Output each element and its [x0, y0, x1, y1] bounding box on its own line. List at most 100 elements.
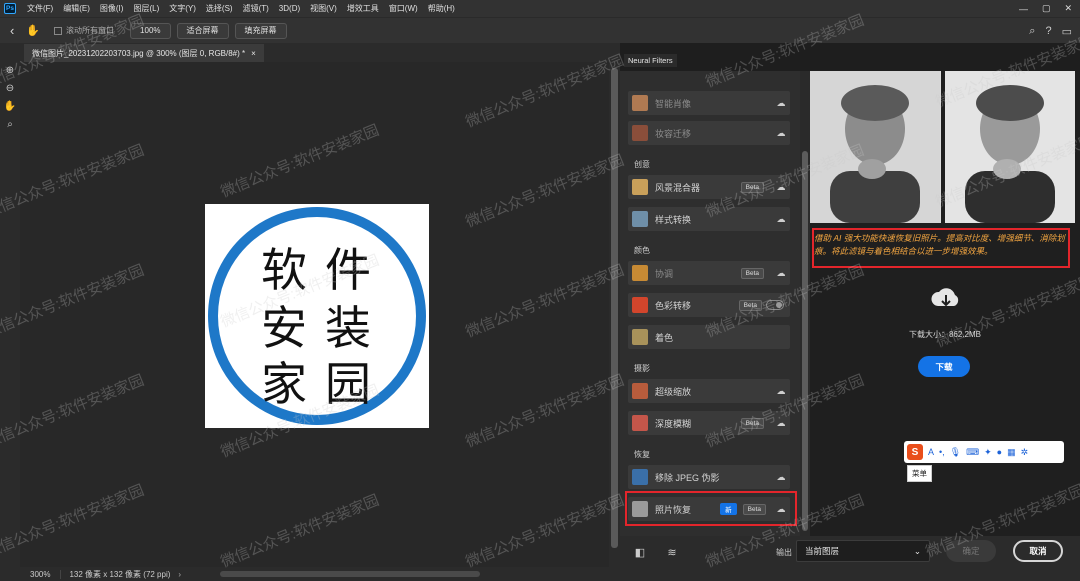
filter-harmonization[interactable]: 协调 Beta ☁	[628, 261, 790, 285]
photoshop-window: Ps 文件(F) 编辑(E) 图像(I) 图层(L) 文字(Y) 选择(S) 滤…	[0, 0, 1080, 581]
color-transfer-thumb-icon	[632, 297, 648, 313]
workspace-icon[interactable]: ▭	[1062, 25, 1072, 38]
scroll-all-checkbox[interactable]	[54, 26, 63, 35]
filter-name: 智能肖像	[655, 98, 692, 109]
filter-super-zoom[interactable]: 超级缩放 ☁	[628, 379, 790, 403]
beta-badge: Beta	[740, 181, 764, 193]
beta-badge: Beta	[740, 267, 764, 279]
layers-icon[interactable]: ≋	[664, 544, 680, 560]
menu-view[interactable]: 视图(V)	[305, 3, 342, 14]
cloud-download-icon[interactable]: ☁	[772, 98, 790, 109]
close-window-button[interactable]: ✕	[1064, 3, 1072, 14]
close-tab-icon[interactable]: ×	[251, 49, 256, 58]
zoom-value-button[interactable]: 100%	[130, 22, 171, 39]
filter-depth-blur[interactable]: 深度模糊 Beta ☁	[628, 411, 790, 435]
ime-game-icon[interactable]: ●	[997, 447, 1002, 457]
status-zoom[interactable]: 300%	[20, 569, 62, 579]
document-tab-bar: 微信图片_20231202203703.jpg @ 300% (图层 0, RG…	[20, 43, 620, 62]
section-creative: 创意	[634, 160, 650, 169]
sogou-logo-icon[interactable]: S	[907, 444, 923, 460]
ime-toolbox-icon[interactable]: ▦	[1007, 447, 1016, 458]
cloud-download-icon[interactable]: ☁	[772, 214, 790, 225]
help-icon[interactable]: ?	[1045, 25, 1051, 37]
cloud-download-icon[interactable]: ☁	[772, 268, 790, 279]
filter-style-transfer[interactable]: 样式转换 ☁	[628, 207, 790, 231]
menu-help[interactable]: 帮助(H)	[423, 3, 460, 14]
output-value: 当前图层	[805, 546, 840, 556]
section-photography: 摄影	[634, 364, 650, 373]
filter-name: 色彩转移	[655, 300, 692, 311]
cloud-download-icon[interactable]: ☁	[772, 386, 790, 397]
search-icon[interactable]: ⌕	[1029, 25, 1035, 38]
menu-3d[interactable]: 3D(D)	[274, 4, 305, 13]
logo-char-1: 软	[261, 244, 307, 296]
zoom-out-icon[interactable]: ⊖	[0, 79, 20, 97]
filter-name: 移除 JPEG 伪影	[655, 472, 720, 483]
output-select[interactable]: 当前图层 ⌄	[796, 540, 930, 562]
menu-select[interactable]: 选择(S)	[201, 3, 238, 14]
cloud-download-icon[interactable]: ☁	[772, 182, 790, 193]
beta-badge: Beta	[738, 299, 762, 311]
ime-voice-icon[interactable]: 🎙	[950, 447, 961, 458]
makeup-transfer-thumb-icon	[632, 125, 648, 141]
status-dimensions: 132 像素 x 132 像素 (72 ppi)	[69, 569, 171, 579]
minimize-button[interactable]: —	[1019, 4, 1028, 14]
cloud-download-icon[interactable]: ☁	[772, 418, 790, 429]
ime-punctuation-icon[interactable]: •,	[939, 447, 945, 457]
menu-window[interactable]: 窗口(W)	[384, 3, 423, 14]
preview-after-image	[944, 71, 1075, 223]
hand-icon[interactable]: ✋	[0, 97, 20, 115]
filter-landscape-mixer[interactable]: 风景混合器 Beta ☁	[628, 175, 790, 199]
canvas-vertical-scrollbar[interactable]	[609, 62, 620, 567]
zoom-in-icon[interactable]: ⊕	[0, 61, 20, 79]
landscape-mixer-thumb-icon	[632, 179, 648, 195]
canvas-horizontal-scrollbar[interactable]	[220, 571, 480, 577]
ime-chinese-mode-icon[interactable]: A	[928, 447, 934, 457]
preview-compare-icon[interactable]: ◧	[632, 544, 648, 560]
filter-list-scrollbar[interactable]	[800, 71, 810, 536]
section-color: 颜色	[634, 246, 650, 255]
maximize-button[interactable]: ▢	[1042, 3, 1051, 14]
ime-settings-icon[interactable]: ✲	[1021, 447, 1029, 458]
download-button[interactable]: 下载	[918, 356, 970, 377]
magnifier-icon[interactable]: ⌕	[0, 115, 20, 133]
super-zoom-thumb-icon	[632, 383, 648, 399]
menu-image[interactable]: 图像(I)	[95, 3, 129, 14]
menu-file[interactable]: 文件(F)	[22, 3, 58, 14]
style-transfer-thumb-icon	[632, 211, 648, 227]
filter-smart-portrait[interactable]: 智能肖像 ☁	[628, 91, 790, 115]
document-tab[interactable]: 微信图片_20231202203703.jpg @ 300% (图层 0, RG…	[24, 44, 264, 62]
neural-filters-header: Neural Filters	[620, 51, 1080, 71]
neural-filters-bottom-bar: ◧ ≋ 输出 当前图层 ⌄ 确定 取消	[620, 536, 1080, 581]
ime-keyboard-icon[interactable]: ⌨	[966, 447, 979, 458]
filter-name: 深度模糊	[655, 418, 692, 429]
cloud-download-icon[interactable]: ☁	[772, 472, 790, 483]
filter-colorize[interactable]: 着色	[628, 325, 790, 349]
cloud-download-large-icon	[931, 288, 959, 307]
filter-color-transfer[interactable]: 色彩转移 Beta	[628, 293, 790, 317]
menu-edit[interactable]: 编辑(E)	[58, 3, 95, 14]
ok-button[interactable]: 确定	[946, 540, 996, 562]
scroll-all-label: 滚动所有窗口	[66, 26, 115, 35]
depth-blur-thumb-icon	[632, 415, 648, 431]
filter-name: 风景混合器	[655, 182, 701, 193]
cloud-download-icon[interactable]: ☁	[772, 128, 790, 139]
fill-screen-button[interactable]: 填充屏幕	[234, 22, 287, 39]
filter-makeup-transfer[interactable]: 妆容迁移 ☁	[628, 121, 790, 145]
menu-layer[interactable]: 图层(L)	[128, 3, 164, 14]
status-arrow-icon[interactable]: ›	[178, 570, 181, 579]
smart-portrait-thumb-icon	[632, 95, 648, 111]
logo-char-5: 家	[261, 358, 307, 410]
menu-type[interactable]: 文字(Y)	[164, 3, 201, 14]
fit-screen-button[interactable]: 适合屏幕	[176, 22, 229, 39]
menu-filter[interactable]: 滤镜(T)	[238, 3, 274, 14]
menu-plugins[interactable]: 增效工具	[342, 3, 384, 14]
cancel-button[interactable]: 取消	[1013, 540, 1063, 562]
filter-name: 超级缩放	[655, 386, 692, 397]
filter-jpeg-artifacts[interactable]: 移除 JPEG 伪影 ☁	[628, 465, 790, 489]
document-image: 软 件 安 装 家 园	[205, 204, 429, 428]
filter-name: 着色	[655, 332, 674, 343]
ime-skin-icon[interactable]: ✦	[984, 447, 992, 458]
back-arrow-icon[interactable]: ‹	[10, 23, 14, 38]
filter-toggle[interactable]	[766, 300, 784, 310]
